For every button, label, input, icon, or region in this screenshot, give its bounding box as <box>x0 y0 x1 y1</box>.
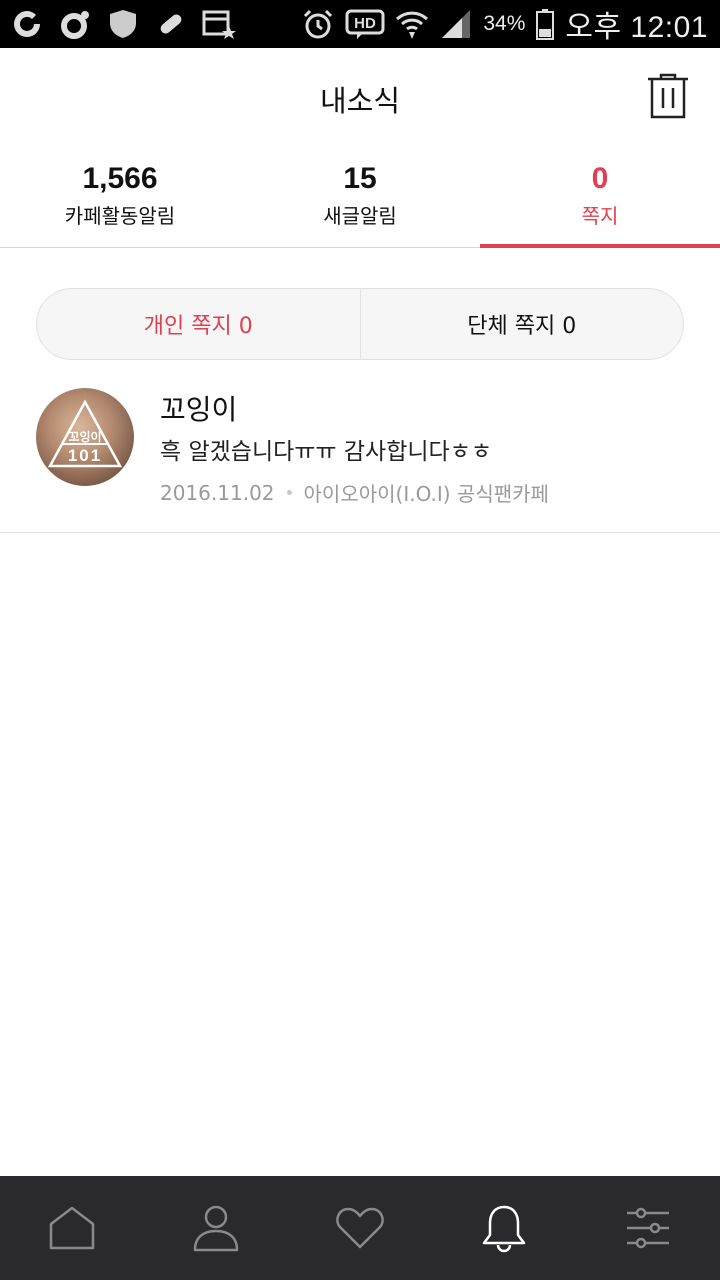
settings-icon[interactable] <box>576 1176 720 1280</box>
favorites-icon[interactable] <box>288 1176 432 1280</box>
message-type-toggle: 개인 쪽지 0 단체 쪽지 0 <box>36 288 684 360</box>
tab-cafe-activity[interactable]: 1,566 카페활동알림 <box>0 146 240 247</box>
alarm-icon <box>301 7 335 41</box>
cafe-name: 아이오아이(I.O.I) 공식팬카페 <box>303 482 549 506</box>
trash-icon[interactable] <box>644 72 692 122</box>
message-meta: 2016.11.02 아이오아이(I.O.I) 공식팬카페 <box>160 478 549 507</box>
list-item[interactable]: 꼬잉이 101 꼬잉이 흑 알겠습니다ㅠㅠ 감사합니다ㅎㅎ 2016.11.02… <box>0 370 720 533</box>
status-time: 오후 12:01 <box>565 11 708 44</box>
message-preview: 흑 알겠습니다ㅠㅠ 감사합니다ㅎㅎ <box>160 439 493 465</box>
avatar-label: 꼬잉이 <box>68 430 102 444</box>
signal-icon <box>439 7 473 41</box>
personal-messages-button[interactable]: 개인 쪽지 0 <box>37 289 360 359</box>
message-date: 2016.11.02 <box>160 480 275 505</box>
tab-label: 쪽지 <box>581 204 619 228</box>
o-icon <box>58 7 92 41</box>
tab-count: 1,566 <box>82 162 158 195</box>
hd-icon: HD <box>345 7 385 41</box>
home-icon[interactable] <box>0 1176 144 1280</box>
separator-dot <box>286 490 292 495</box>
notification-tabs: 1,566 카페활동알림 15 새글알림 0 쪽지 <box>0 146 720 248</box>
avatar-number: 101 <box>67 446 103 465</box>
tab-label: 카페활동알림 <box>64 204 176 228</box>
shield-icon <box>106 7 140 41</box>
tab-messages[interactable]: 0 쪽지 <box>480 146 720 248</box>
group-messages-button[interactable]: 단체 쪽지 0 <box>359 289 684 359</box>
calendar-icon <box>202 7 236 41</box>
notifications-icon[interactable] <box>432 1176 576 1280</box>
battery-percent: 34% <box>483 12 526 35</box>
tab-count: 15 <box>343 162 377 195</box>
battery-icon <box>535 7 555 41</box>
sender-name: 꼬잉이 <box>160 393 238 426</box>
avatar[interactable]: 꼬잉이 101 <box>36 388 134 486</box>
status-right: HD 34% 오후 12:01 <box>301 6 708 44</box>
svg-text:HD: HD <box>355 15 377 32</box>
tab-label: 새글알림 <box>323 204 397 228</box>
tab-new-posts[interactable]: 15 새글알림 <box>240 146 480 247</box>
page-title: 내소식 <box>319 84 401 118</box>
tab-count: 0 <box>591 162 609 195</box>
g-icon <box>10 7 44 41</box>
pill-icon <box>154 7 188 41</box>
profile-icon[interactable] <box>144 1176 288 1280</box>
status-left <box>10 6 236 42</box>
app-header: 내소식 <box>0 48 720 146</box>
status-bar: HD 34% 오후 12:01 <box>0 0 720 48</box>
wifi-icon <box>395 7 429 41</box>
bottom-navigation <box>0 1176 720 1280</box>
